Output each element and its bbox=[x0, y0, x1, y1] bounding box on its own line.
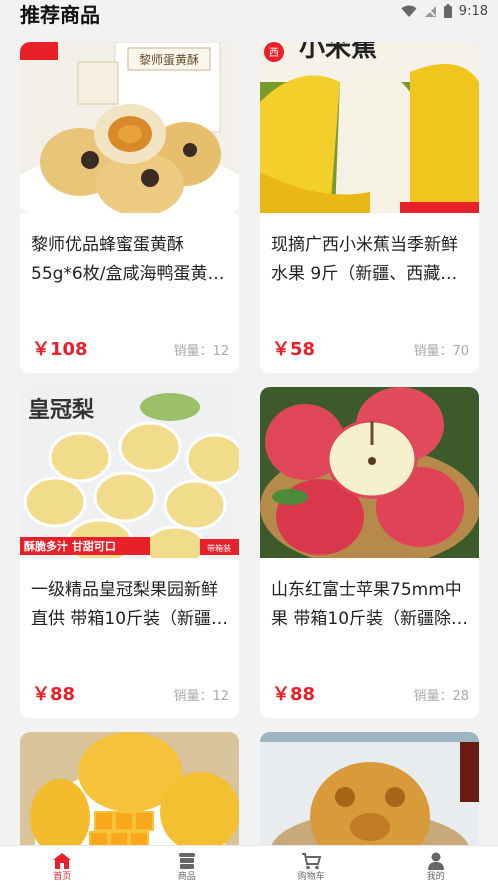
status-bar: 推荐商品 9:18 bbox=[0, 0, 498, 30]
product-name: 现摘广西小米蕉当季新鲜水果 9斤（新疆、西藏除外） bbox=[271, 235, 458, 284]
product-image: 西 小米蕉 bbox=[260, 42, 479, 213]
store-icon bbox=[178, 853, 195, 869]
product-image bbox=[20, 732, 239, 845]
tab-mine[interactable]: 我的 bbox=[374, 846, 498, 887]
product-price: ￥88 bbox=[272, 684, 316, 705]
tab-cart[interactable]: 购物车 bbox=[249, 846, 374, 887]
image-text: 小米蕉 bbox=[299, 42, 377, 63]
home-icon bbox=[53, 853, 72, 869]
product-card[interactable] bbox=[20, 732, 239, 845]
product-name: 黎师优品蜂蜜蛋黄酥55g*6枚/盒咸海鸭蛋黄红豆 bbox=[31, 235, 225, 284]
status-time: 9:18 bbox=[458, 3, 488, 19]
product-sales: 销量：12 bbox=[173, 344, 229, 359]
product-price: ￥108 bbox=[32, 339, 88, 360]
status-icons: 9:18 bbox=[401, 3, 488, 19]
product-sales: 销量：28 bbox=[413, 689, 469, 704]
image-text: 黎师蛋黄酥 bbox=[139, 53, 199, 67]
no-signal-icon bbox=[424, 5, 436, 17]
product-price: ￥88 bbox=[32, 684, 76, 705]
wifi-icon bbox=[401, 5, 417, 17]
product-grid[interactable]: 黎师蛋黄酥 黎师优品蜂蜜蛋黄酥55g*6枚/盒咸海鸭蛋黄红豆 ￥108 销量：1… bbox=[20, 42, 480, 845]
tab-products[interactable]: 商品 bbox=[125, 846, 250, 887]
image-text: 带箱装 bbox=[207, 543, 231, 553]
product-name: 一级精品皇冠梨果园新鲜直供 带箱10斤装（新疆除外） bbox=[31, 580, 229, 629]
product-sales: 销量：70 bbox=[413, 344, 469, 359]
product-image bbox=[260, 732, 479, 845]
battery-icon bbox=[443, 4, 452, 18]
product-name: 山东红富士苹果75mm中果 带箱10斤装（新疆除外） bbox=[271, 580, 462, 629]
tab-label: 商品 bbox=[177, 872, 196, 882]
product-card[interactable] bbox=[260, 732, 479, 845]
product-price: ￥58 bbox=[272, 339, 316, 360]
tab-label: 购物车 bbox=[297, 872, 325, 882]
product-card[interactable]: 西 小米蕉 现摘广西小米蕉当季新鲜水果 9斤（新疆、西藏除外） ￥58 销量：7… bbox=[260, 42, 479, 373]
tab-label: 我的 bbox=[426, 872, 445, 882]
bottom-tab-bar: 首页 商品 购物车 我的 bbox=[0, 845, 498, 887]
tab-home[interactable]: 首页 bbox=[0, 846, 125, 887]
product-image bbox=[260, 387, 479, 558]
product-sales: 销量：12 bbox=[173, 689, 229, 704]
user-icon bbox=[427, 852, 444, 870]
product-image: 皇冠梨 酥脆多汁 甘甜可口 带箱装 bbox=[20, 387, 239, 558]
product-image: 黎师蛋黄酥 bbox=[20, 42, 239, 213]
product-card[interactable]: 皇冠梨 酥脆多汁 甘甜可口 带箱装 一级精品皇冠梨果园新鲜直供 带箱10斤装（新… bbox=[20, 387, 239, 718]
image-text: 皇冠梨 bbox=[28, 397, 94, 423]
product-card[interactable]: 黎师蛋黄酥 黎师优品蜂蜜蛋黄酥55g*6枚/盒咸海鸭蛋黄红豆 ￥108 销量：1… bbox=[20, 42, 239, 373]
tab-label: 首页 bbox=[53, 872, 72, 882]
image-text: 酥脆多汁 甘甜可口 bbox=[24, 539, 116, 553]
cart-icon bbox=[302, 853, 322, 870]
product-card[interactable]: 山东红富士苹果75mm中果 带箱10斤装（新疆除外） ￥88 销量：28 bbox=[260, 387, 479, 718]
image-text: 西 bbox=[269, 48, 279, 59]
page-title: 推荐商品 bbox=[20, 3, 100, 27]
